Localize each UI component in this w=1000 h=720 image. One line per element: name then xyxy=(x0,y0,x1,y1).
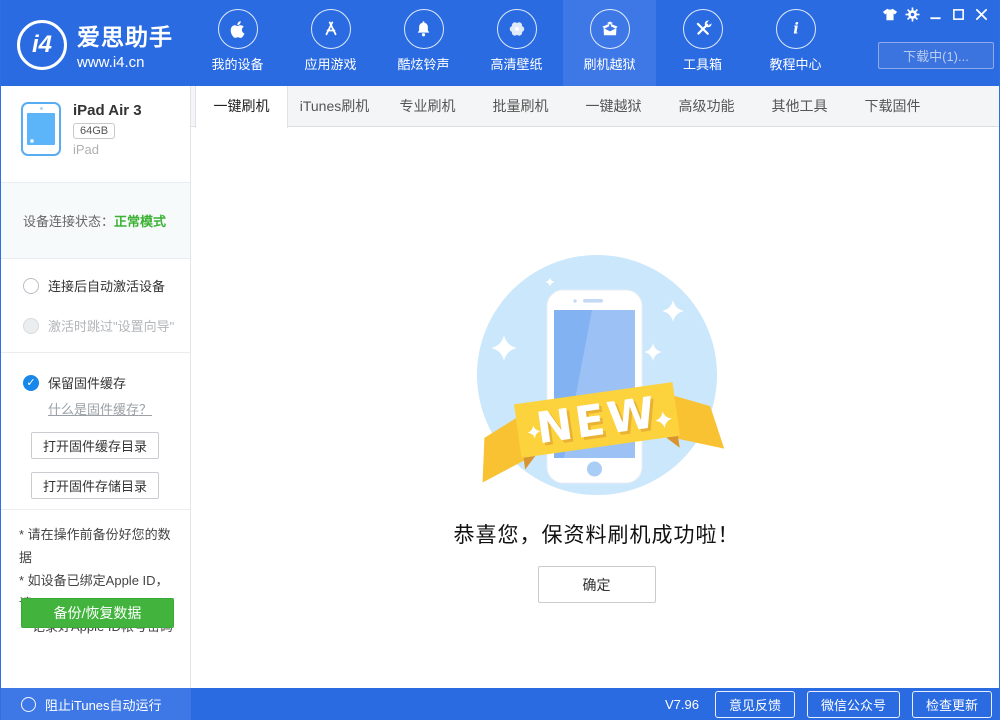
app-logo: i4 爱思助手 www.i4.cn xyxy=(17,18,173,71)
confirm-button[interactable]: 确定 xyxy=(538,566,656,603)
app-window: i4 爱思助手 www.i4.cn 我的设备 应用游戏 xyxy=(0,0,1000,720)
main-nav: 我的设备 应用游戏 酷炫铃声 xyxy=(191,0,842,86)
appstore-icon xyxy=(311,9,351,49)
nav-my-devices[interactable]: 我的设备 xyxy=(191,0,284,86)
what-is-firmware-cache-link[interactable]: 什么是固件缓存？ xyxy=(48,399,152,418)
ipad-icon xyxy=(21,102,61,156)
tab-pro-flash[interactable]: 专业刷机 xyxy=(381,86,474,127)
bell-icon xyxy=(404,9,444,49)
radio-unchecked[interactable] xyxy=(21,697,36,712)
keep-firmware-cache-checkbox[interactable]: ✓ 保留固件缓存 xyxy=(23,373,190,392)
flash-tabbar: 一键刷机 iTunes刷机 专业刷机 批量刷机 一键越狱 高级功能 其他工具 下… xyxy=(191,86,1000,127)
note-line: * 请在操作前备份好您的数据 xyxy=(19,523,178,569)
radio-unchecked[interactable] xyxy=(23,278,39,294)
success-illustration: NEW NEW xyxy=(447,253,747,519)
settings-gear-icon[interactable] xyxy=(901,5,924,23)
tab-download-firmware[interactable]: 下载固件 xyxy=(846,86,939,127)
tab-advanced-functions[interactable]: 高级功能 xyxy=(660,86,753,127)
device-name: iPad Air 3 xyxy=(73,102,142,119)
header: i4 爱思助手 www.i4.cn 我的设备 应用游戏 xyxy=(1,0,1000,86)
activation-options: 连接后自动激活设备 激活时跳过"设置向导" xyxy=(1,259,190,353)
feedback-button[interactable]: 意见反馈 xyxy=(715,691,795,718)
app-title: 爱思助手 xyxy=(77,18,173,52)
block-itunes-checkbox[interactable]: 阻止iTunes自动运行 xyxy=(1,688,191,720)
status-label: 设备连接状态： xyxy=(23,211,114,230)
status-bar: 阻止iTunes自动运行 V7.96 意见反馈 微信公众号 检查更新 xyxy=(1,688,1000,720)
theme-shirt-icon[interactable] xyxy=(878,5,901,23)
nav-tutorials[interactable]: i 教程中心 xyxy=(749,0,842,86)
option-skip-setup-wizard: 激活时跳过"设置向导" xyxy=(23,316,190,335)
connection-status: 设备连接状态： 正常模式 xyxy=(1,182,190,259)
sidebar: iPad Air 3 64GB iPad 设备连接状态： 正常模式 连接后自动激… xyxy=(1,86,191,688)
main-content: NEW NEW 恭喜您，保资料刷机成功啦！ 确定 xyxy=(192,128,1000,688)
tab-other-tools[interactable]: 其他工具 xyxy=(753,86,846,127)
nav-toolbox[interactable]: 工具箱 xyxy=(656,0,749,86)
version-label: V7.96 xyxy=(665,697,699,712)
nav-label: 高清壁纸 xyxy=(490,54,542,73)
maximize-icon[interactable] xyxy=(947,5,970,23)
tab-batch-flash[interactable]: 批量刷机 xyxy=(474,86,567,127)
status-value: 正常模式 xyxy=(114,211,166,230)
open-firmware-cache-dir-button[interactable]: 打开固件缓存目录 xyxy=(31,432,159,459)
checkbox-checked-icon[interactable]: ✓ xyxy=(23,375,39,391)
nav-label: 工具箱 xyxy=(683,54,722,73)
nav-label: 我的设备 xyxy=(211,54,263,73)
device-panel: iPad Air 3 64GB iPad xyxy=(1,86,190,182)
backup-restore-button[interactable]: 备份/恢复数据 xyxy=(21,598,174,628)
downloading-button[interactable]: 下载中(1)... xyxy=(878,42,994,69)
nav-apps-games[interactable]: 应用游戏 xyxy=(284,0,377,86)
success-message: 恭喜您，保资料刷机成功啦！ xyxy=(192,519,1000,549)
nav-label: 刷机越狱 xyxy=(583,54,635,73)
apple-icon xyxy=(218,9,258,49)
flower-icon xyxy=(497,9,537,49)
open-box-icon xyxy=(590,9,630,49)
nav-wallpapers[interactable]: 高清壁纸 xyxy=(470,0,563,86)
tab-one-key-flash[interactable]: 一键刷机 xyxy=(195,86,288,128)
close-icon[interactable] xyxy=(970,5,993,23)
check-update-button[interactable]: 检查更新 xyxy=(912,691,992,718)
tab-itunes-flash[interactable]: iTunes刷机 xyxy=(288,86,381,127)
svg-text:i: i xyxy=(793,21,799,38)
device-type: iPad xyxy=(73,142,142,157)
window-controls xyxy=(878,5,993,23)
open-firmware-storage-dir-button[interactable]: 打开固件存储目录 xyxy=(31,472,159,499)
nav-label: 应用游戏 xyxy=(304,54,356,73)
device-capacity-badge: 64GB xyxy=(73,123,115,139)
radio-disabled xyxy=(23,318,39,334)
app-url: www.i4.cn xyxy=(77,54,173,71)
info-icon: i xyxy=(776,9,816,49)
nav-flash-jailbreak[interactable]: 刷机越狱 xyxy=(563,0,656,86)
tools-icon xyxy=(683,9,723,49)
option-auto-activate[interactable]: 连接后自动激活设备 xyxy=(23,276,190,295)
nav-ringtones[interactable]: 酷炫铃声 xyxy=(377,0,470,86)
nav-label: 教程中心 xyxy=(769,54,821,73)
firmware-cache-panel: ✓ 保留固件缓存 什么是固件缓存？ 打开固件缓存目录 打开固件存储目录 xyxy=(1,353,190,510)
wechat-official-button[interactable]: 微信公众号 xyxy=(807,691,900,718)
tab-one-key-jailbreak[interactable]: 一键越狱 xyxy=(567,86,660,127)
minimize-icon[interactable] xyxy=(924,5,947,23)
i4-logo-icon: i4 xyxy=(17,20,67,70)
nav-label: 酷炫铃声 xyxy=(397,54,449,73)
